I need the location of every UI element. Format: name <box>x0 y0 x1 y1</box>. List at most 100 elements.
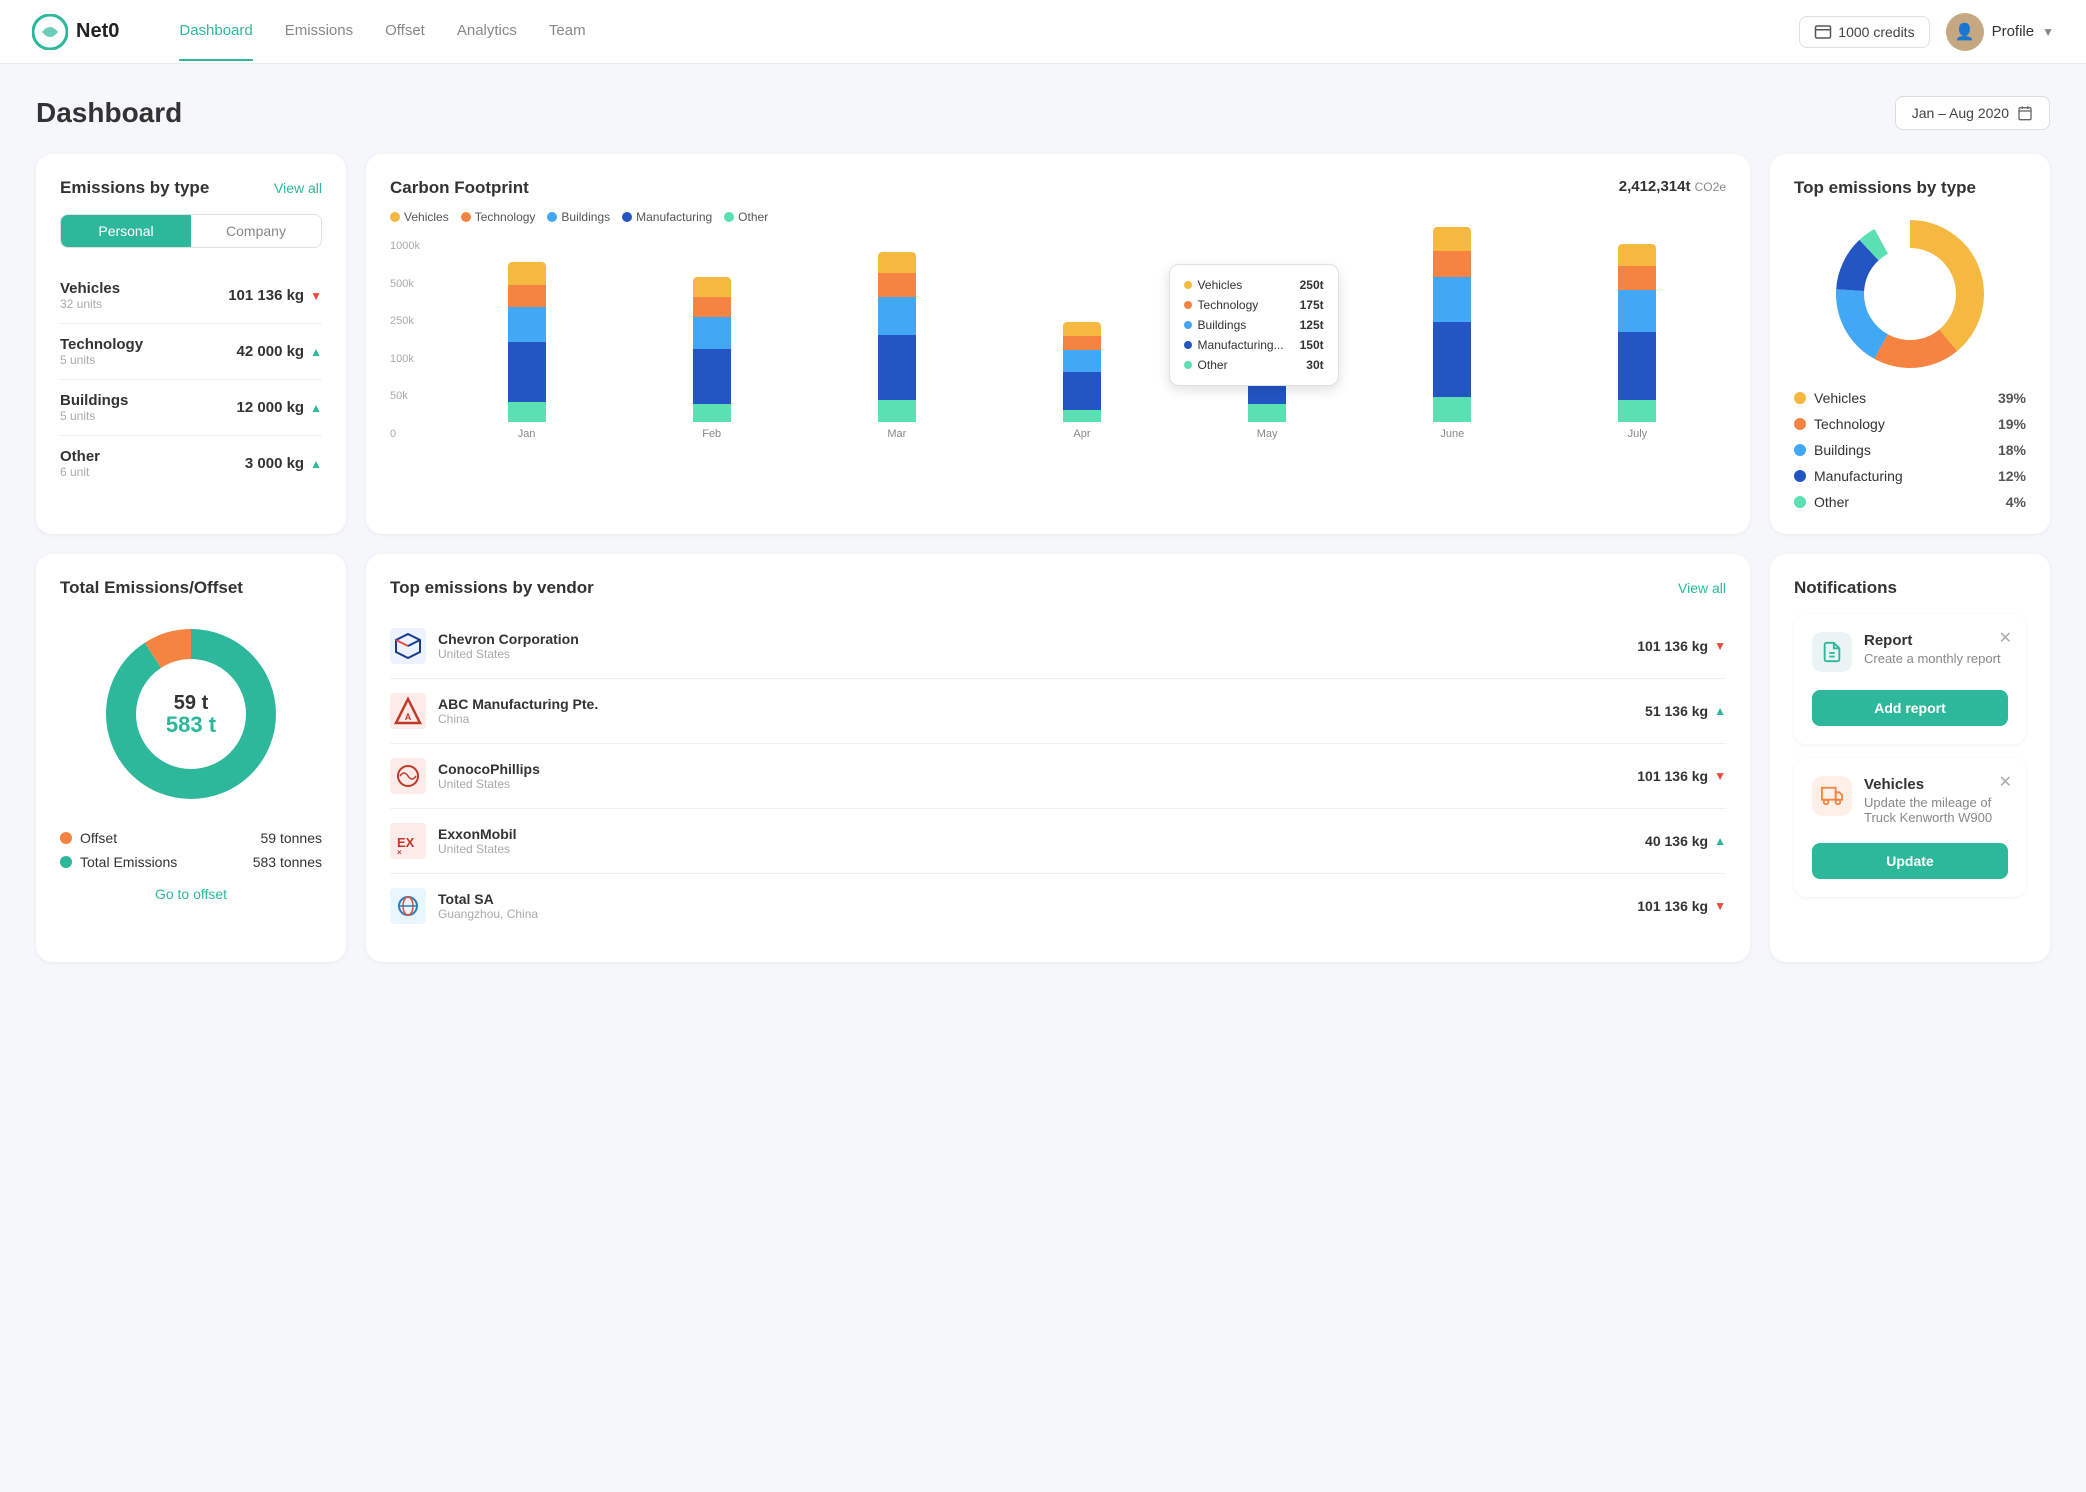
credits-icon <box>1814 23 1832 41</box>
bar-jan: Jan <box>438 262 615 440</box>
emission-label: Vehicles <box>60 280 120 297</box>
emission-value: 42 000 kg ▲ <box>237 343 322 360</box>
svg-text:×: × <box>397 848 402 857</box>
emission-value: 12 000 kg ▲ <box>237 399 322 416</box>
emission-value: 3 000 kg ▲ <box>245 455 322 472</box>
bar-apr: Apr <box>993 322 1170 440</box>
vendor-row: A ABC Manufacturing Pte. China 51 136 kg… <box>390 679 1726 744</box>
emission-sub: 5 units <box>60 353 143 367</box>
legend-vehicles: Vehicles <box>390 210 449 224</box>
emission-row-technology: Technology 5 units 42 000 kg ▲ <box>60 324 322 380</box>
main-content: Dashboard Jan – Aug 2020 Emissions by ty… <box>0 64 2086 994</box>
emissions-card-header: Emissions by type View all <box>60 178 322 198</box>
carbon-footprint-card: Carbon Footprint 2,412,314t CO2e Vehicle… <box>366 154 1750 534</box>
chart-tooltip: Vehicles 250t Technology 175t Buildings … <box>1169 264 1339 386</box>
top-emissions-card: Top emissions by type <box>1770 154 2050 534</box>
emission-sub: 6 unit <box>60 465 100 479</box>
notification-close-button[interactable]: ✕ <box>1999 628 2012 648</box>
bar-mar: Mar <box>808 252 985 440</box>
total-logo-icon <box>392 890 424 922</box>
offset-row-emissions: Total Emissions 583 tonnes <box>60 854 322 870</box>
toggle-company[interactable]: Company <box>191 215 321 247</box>
chart-area: 1000k 500k 250k 100k 50k 0 <box>390 240 1726 480</box>
toggle-group: Personal Company <box>60 214 322 248</box>
update-button[interactable]: Update <box>1812 843 2008 879</box>
vendor-rows: Chevron Corporation United States 101 13… <box>390 614 1726 938</box>
vendor-row: EX × ExxonMobil United States 40 136 kg … <box>390 809 1726 874</box>
offset-row-offset: Offset 59 tonnes <box>60 830 322 846</box>
notification-close-button[interactable]: ✕ <box>1999 772 2012 792</box>
conoco-logo-icon <box>392 760 424 792</box>
credits-button[interactable]: 1000 credits <box>1799 16 1929 48</box>
vendors-header: Top emissions by vendor View all <box>390 578 1726 598</box>
donut-chart <box>1830 214 1990 374</box>
bar-may: Vehicles 250t Technology 175t Buildings … <box>1179 274 1356 440</box>
vendor-name: Chevron Corporation <box>438 631 1625 647</box>
nav-right: 1000 credits 👤 Profile ▼ <box>1799 13 2054 51</box>
top-grid: Emissions by type View all Personal Comp… <box>36 154 2050 534</box>
emission-rows: Vehicles 32 units 101 136 kg ▼ Technolog… <box>60 268 322 491</box>
add-report-button[interactable]: Add report <box>1812 690 2008 726</box>
notif-header-row: Vehicles Update the mileage of Truck Ken… <box>1812 776 2008 825</box>
trend-icon: ▲ <box>1714 704 1726 718</box>
chevron-down-icon: ▼ <box>2042 25 2054 39</box>
bar-july: July <box>1549 244 1726 440</box>
vendors-card: Top emissions by vendor View all <box>366 554 1750 962</box>
cf-header: Carbon Footprint 2,412,314t CO2e <box>390 178 1726 198</box>
donut-row-other: Other 4% <box>1794 494 2026 510</box>
goto-offset-button[interactable]: Go to offset <box>60 886 322 902</box>
profile-button[interactable]: 👤 Profile ▼ <box>1946 13 2054 51</box>
vendor-country: United States <box>438 842 1633 856</box>
donut-row-buildings: Buildings 18% <box>1794 442 2026 458</box>
abc-logo-icon: A <box>392 695 424 727</box>
date-range-label: Jan – Aug 2020 <box>1912 105 2009 121</box>
notif-desc: Update the mileage of Truck Kenworth W90… <box>1864 795 2008 825</box>
emissions-view-all[interactable]: View all <box>274 180 322 196</box>
vendor-name: ABC Manufacturing Pte. <box>438 696 1633 712</box>
nav-dashboard[interactable]: Dashboard <box>179 2 252 61</box>
nav-offset[interactable]: Offset <box>385 2 425 61</box>
chevron-logo-icon <box>392 630 424 662</box>
vendor-country: China <box>438 712 1633 726</box>
vendor-info: ABC Manufacturing Pte. China <box>438 696 1633 726</box>
calendar-icon <box>2017 105 2033 121</box>
vehicle-icon <box>1812 776 1852 816</box>
vendor-info: Chevron Corporation United States <box>438 631 1625 661</box>
vendor-value: 101 136 kg ▼ <box>1637 638 1726 654</box>
vendor-name: ExxonMobil <box>438 826 1633 842</box>
trend-icon: ▲ <box>1714 834 1726 848</box>
vendor-row: Total SA Guangzhou, China 101 136 kg ▼ <box>390 874 1726 938</box>
notif-title: Report <box>1864 632 2001 649</box>
y-axis: 1000k 500k 250k 100k 50k 0 <box>390 240 420 440</box>
toggle-personal[interactable]: Personal <box>61 215 191 247</box>
tooltip-row: Buildings 125t <box>1184 315 1324 335</box>
vendors-view-all[interactable]: View all <box>1678 580 1726 596</box>
truck-icon <box>1821 785 1843 807</box>
vendor-country: United States <box>438 777 1625 791</box>
vendor-info: Total SA Guangzhou, China <box>438 891 1625 921</box>
trend-icon: ▼ <box>1714 769 1726 783</box>
cf-co2: CO2e <box>1695 180 1726 194</box>
bars: Jan Feb <box>438 240 1726 440</box>
trend-icon: ▼ <box>1714 899 1726 913</box>
nav-links: Dashboard Emissions Offset Analytics Tea… <box>179 2 1759 61</box>
svg-text:59 t: 59 t <box>174 692 209 714</box>
donut-row-vehicles: Vehicles 39% <box>1794 390 2026 406</box>
report-icon <box>1812 632 1852 672</box>
credits-label: 1000 credits <box>1838 24 1914 40</box>
cf-total-container: 2,412,314t CO2e <box>1619 178 1726 196</box>
legend-manufacturing: Manufacturing <box>622 210 712 224</box>
notifications-title: Notifications <box>1794 578 1897 598</box>
cf-total: 2,412,314t <box>1619 178 1695 195</box>
emission-label: Other <box>60 448 100 465</box>
vendor-value: 40 136 kg ▲ <box>1645 833 1726 849</box>
page-header: Dashboard Jan – Aug 2020 <box>36 96 2050 130</box>
nav-team[interactable]: Team <box>549 2 586 61</box>
logo: Net0 <box>32 14 119 50</box>
date-range-picker[interactable]: Jan – Aug 2020 <box>1895 96 2050 130</box>
vendor-logo: EX × <box>390 823 426 859</box>
nav-emissions[interactable]: Emissions <box>285 2 353 61</box>
profile-name: Profile <box>1992 23 2035 40</box>
nav-analytics[interactable]: Analytics <box>457 2 517 61</box>
notif-header-row: Report Create a monthly report <box>1812 632 2008 672</box>
